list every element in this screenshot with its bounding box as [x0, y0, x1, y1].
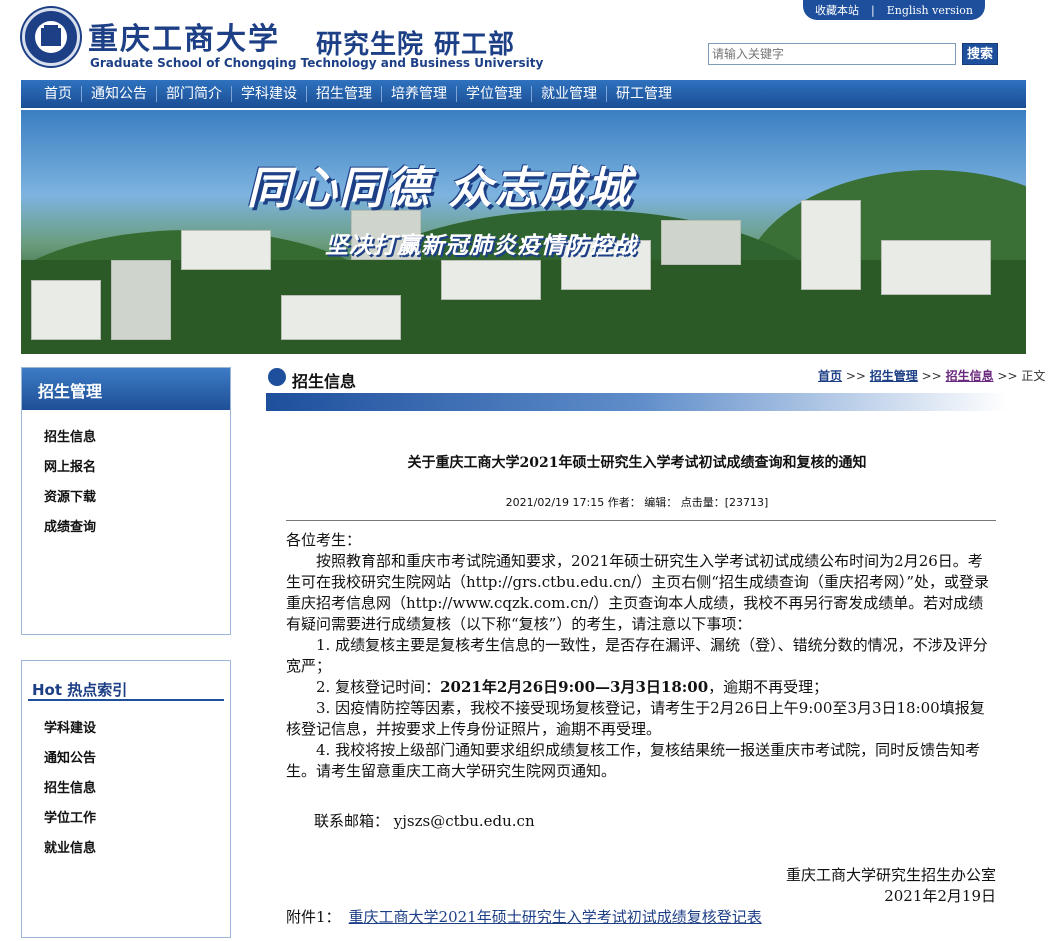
nav-item-employment[interactable]: 就业管理 — [532, 86, 607, 102]
english-version-link[interactable]: English version — [881, 4, 979, 17]
sidebar-admissions-title: 招生管理 — [22, 368, 230, 410]
university-logo-icon[interactable] — [22, 8, 80, 66]
sidebar-item-notices[interactable]: 通知公告 — [44, 749, 230, 779]
item-3: 3. 因疫情防控等因素，我校不接受现场复核登记，请考生于2月26日上午9:00至… — [286, 699, 985, 738]
nav-item-training[interactable]: 培养管理 — [382, 86, 457, 102]
breadcrumb-admission-info[interactable]: 招生信息 — [946, 369, 994, 383]
campus-banner: 同心同德 众志成城 坚决打赢新冠肺炎疫情防控战 — [21, 110, 1026, 354]
attachment: 附件1： 重庆工商大学2021年硕士研究生入学考试初试成绩复核登记表 — [286, 906, 762, 927]
article-meta: 2021/02/19 17:15 作者： 编辑： 点击量：[23713] — [505, 496, 769, 509]
divider — [286, 520, 996, 521]
top-links-bar: 收藏本站 | English version — [803, 0, 985, 20]
main-nav: 首页 通知公告 部门简介 学科建设 招生管理 培养管理 学位管理 就业管理 研工… — [21, 80, 1026, 108]
sidebar-item-degree-work[interactable]: 学位工作 — [44, 809, 230, 839]
site-header: 重庆工商大学 研究生院 研工部 Graduate School of Chong… — [0, 0, 1057, 80]
sidebar-item-employment-info[interactable]: 就业信息 — [44, 839, 230, 869]
content-header-bar — [266, 393, 1008, 411]
sidebar-item-score-query[interactable]: 成绩查询 — [44, 518, 230, 548]
article-body: 各位考生： 按照教育部和重庆市考试院通知要求，2021年硕士研究生入学考试初试成… — [286, 530, 996, 782]
item-4: 4. 我校将按上级部门通知要求组织成绩复核工作，复核结果统一报送重庆市考试院，同… — [286, 741, 981, 780]
sidebar-admissions-box: 招生管理 招生信息 网上报名 资源下载 成绩查询 — [21, 367, 231, 635]
nav-item-admissions[interactable]: 招生管理 — [307, 86, 382, 102]
paragraph-intro: 按照教育部和重庆市考试院通知要求，2021年硕士研究生入学考试初试成绩公布时间为… — [286, 552, 990, 633]
sidebar-item-admission-info[interactable]: 招生信息 — [44, 428, 230, 458]
nav-item-disciplines[interactable]: 学科建设 — [232, 86, 307, 102]
nav-item-departments[interactable]: 部门简介 — [157, 86, 232, 102]
breadcrumb-admissions[interactable]: 招生管理 — [870, 369, 918, 383]
sidebar-item-disciplines[interactable]: 学科建设 — [44, 719, 230, 749]
sidebar-item-admission-info[interactable]: 招生信息 — [44, 779, 230, 809]
section-title: 招生信息 — [268, 368, 356, 392]
bookmark-link[interactable]: 收藏本站 — [809, 2, 865, 18]
nav-item-degrees[interactable]: 学位管理 — [457, 86, 532, 102]
sidebar-hot-index-box: Hot 热点索引 学科建设 通知公告 招生信息 学位工作 就业信息 — [21, 660, 231, 938]
school-name-en: Graduate School of Chongqing Technology … — [90, 56, 544, 70]
attachment-link[interactable]: 重庆工商大学2021年硕士研究生入学考试初试成绩复核登记表 — [349, 908, 762, 926]
article-title: 关于重庆工商大学2021年硕士研究生入学考试初试成绩查询和复核的通知 — [407, 455, 867, 471]
section-bullet-icon — [268, 368, 286, 386]
banner-slogan-main: 同心同德 众志成城 — [247, 163, 633, 214]
contact-email: 联系邮箱： yjszs@ctbu.edu.cn — [314, 812, 535, 830]
item-2: 2. 复核登记时间：2021年2月26日9:00—3月3日18:00，逾期不再受… — [316, 678, 829, 696]
nav-item-home[interactable]: 首页 — [35, 86, 82, 102]
breadcrumb: 首页 >> 招生管理 >> 招生信息 >> 正文 — [818, 369, 1046, 383]
item-1: 1. 成绩复核主要是复核考生信息的一致性，是否存在漏评、漏统（登）、错统分数的情… — [286, 636, 988, 675]
sidebar-item-downloads[interactable]: 资源下载 — [44, 488, 230, 518]
breadcrumb-current: 正文 — [1021, 369, 1046, 383]
school-name-cn: 重庆工商大学 — [88, 22, 280, 57]
banner-slogan-sub: 坚决打赢新冠肺炎疫情防控战 — [325, 233, 637, 259]
sidebar-item-online-registration[interactable]: 网上报名 — [44, 458, 230, 488]
sidebar-hot-index-title: Hot 热点索引 — [28, 661, 224, 701]
nav-item-notices[interactable]: 通知公告 — [82, 86, 157, 102]
signature-org: 重庆工商大学研究生招生办公室 — [785, 866, 996, 884]
signature-date: 2021年2月19日 — [884, 887, 996, 905]
nav-item-student-affairs[interactable]: 研工管理 — [607, 86, 681, 102]
attachment-label: 附件1： — [286, 908, 341, 926]
greeting: 各位考生： — [286, 531, 362, 549]
breadcrumb-home[interactable]: 首页 — [818, 369, 842, 383]
top-links-separator: | — [871, 3, 875, 17]
search-button[interactable]: 搜索 — [962, 43, 998, 65]
search-input[interactable] — [708, 43, 956, 65]
